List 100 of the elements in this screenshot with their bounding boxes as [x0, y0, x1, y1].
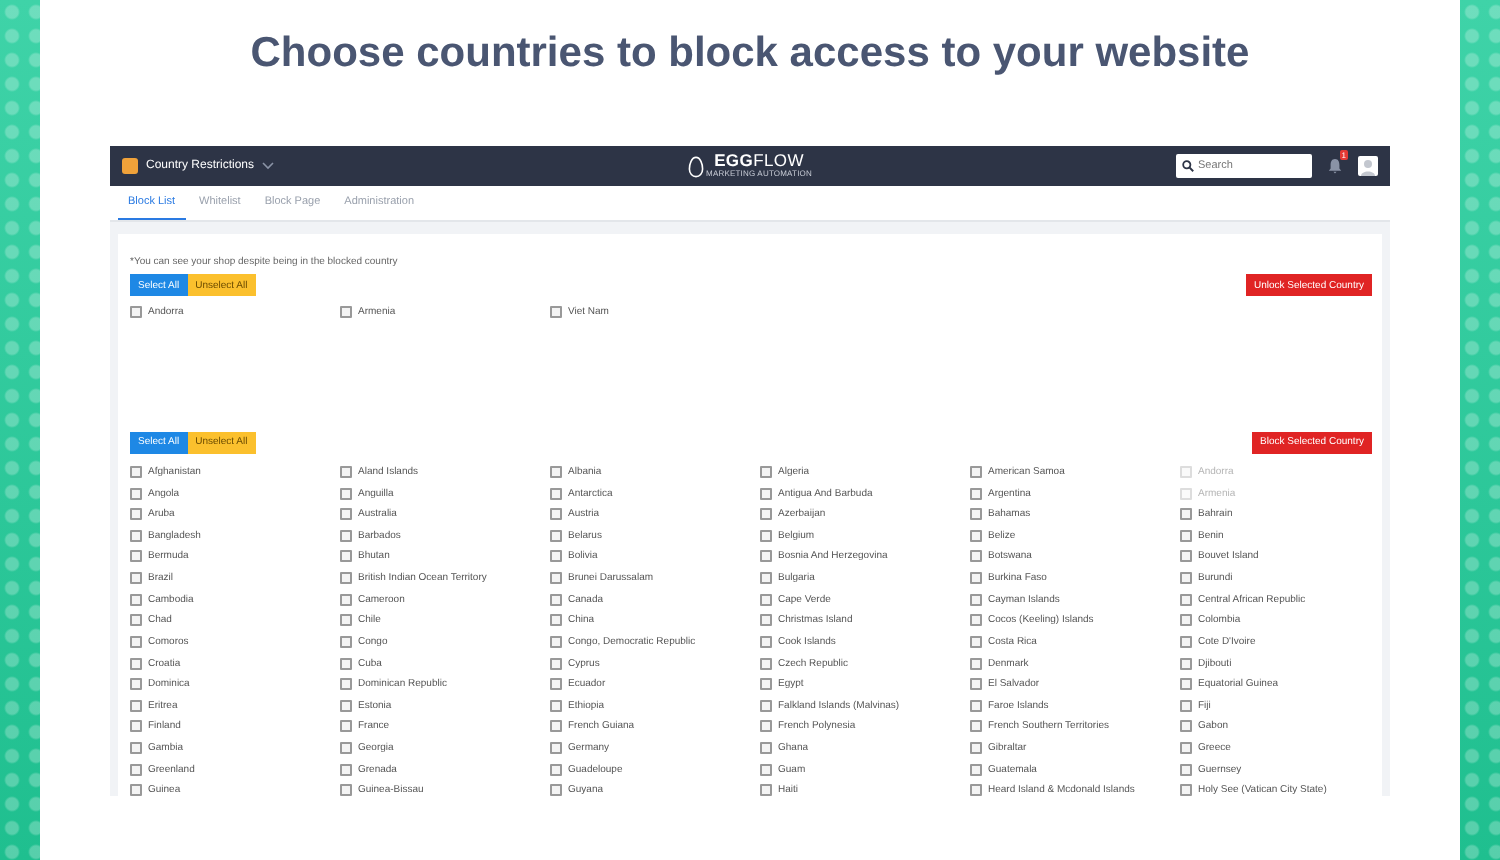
checkbox[interactable] [550, 784, 562, 796]
checkbox[interactable] [970, 763, 982, 776]
checkbox[interactable] [760, 529, 772, 542]
checkbox[interactable] [340, 720, 352, 733]
checkbox[interactable] [340, 635, 352, 648]
checkbox[interactable] [340, 550, 352, 563]
checkbox[interactable] [340, 508, 352, 521]
checkbox[interactable] [550, 720, 562, 733]
checkbox[interactable] [130, 465, 142, 478]
checkbox[interactable] [550, 635, 562, 648]
checkbox[interactable] [1180, 572, 1192, 585]
checkbox[interactable] [760, 784, 772, 796]
checkbox[interactable] [130, 635, 142, 648]
checkbox[interactable] [130, 784, 142, 796]
checkbox[interactable] [340, 784, 352, 796]
checkbox[interactable] [970, 699, 982, 712]
checkbox[interactable] [970, 465, 982, 478]
checkbox[interactable] [130, 678, 142, 691]
checkbox[interactable] [760, 763, 772, 776]
checkbox[interactable] [340, 742, 352, 755]
checkbox[interactable] [1180, 784, 1192, 796]
checkbox[interactable] [760, 720, 772, 733]
checkbox[interactable] [1180, 635, 1192, 648]
checkbox[interactable] [550, 550, 562, 563]
checkbox[interactable] [1180, 763, 1192, 776]
checkbox[interactable] [1180, 593, 1192, 606]
checkbox[interactable] [340, 487, 352, 500]
checkbox[interactable] [760, 550, 772, 563]
checkbox[interactable] [340, 465, 352, 478]
checkbox[interactable] [550, 699, 562, 712]
checkbox[interactable] [1180, 720, 1192, 733]
checkbox[interactable] [970, 529, 982, 542]
checkbox[interactable] [1180, 614, 1192, 627]
checkbox[interactable] [550, 614, 562, 627]
checkbox[interactable] [760, 699, 772, 712]
avatar-icon[interactable] [1358, 156, 1378, 176]
checkbox[interactable] [1180, 699, 1192, 712]
checkbox[interactable] [1180, 657, 1192, 670]
checkbox[interactable] [1180, 508, 1192, 521]
checkbox[interactable] [970, 487, 982, 500]
checkbox[interactable] [130, 550, 142, 563]
checkbox[interactable] [130, 614, 142, 627]
checkbox[interactable] [760, 572, 772, 585]
checkbox[interactable] [550, 593, 562, 606]
checkbox[interactable] [760, 487, 772, 500]
checkbox[interactable] [130, 657, 142, 670]
checkbox[interactable] [550, 742, 562, 755]
checkbox[interactable] [340, 614, 352, 627]
checkbox[interactable] [340, 572, 352, 585]
checkbox[interactable] [970, 614, 982, 627]
checkbox[interactable] [340, 593, 352, 606]
checkbox[interactable] [550, 465, 562, 478]
checkbox[interactable] [130, 720, 142, 733]
checkbox[interactable] [970, 593, 982, 606]
checkbox[interactable] [340, 306, 352, 319]
checkbox[interactable] [970, 678, 982, 691]
checkbox[interactable] [550, 763, 562, 776]
checkbox[interactable] [550, 657, 562, 670]
checkbox[interactable] [130, 742, 142, 755]
checkbox[interactable] [970, 657, 982, 670]
checkbox[interactable] [550, 529, 562, 542]
checkbox[interactable] [970, 635, 982, 648]
checkbox[interactable] [970, 720, 982, 733]
checkbox[interactable] [1180, 550, 1192, 563]
checkbox[interactable] [130, 508, 142, 521]
checkbox[interactable] [340, 763, 352, 776]
checkbox[interactable] [760, 593, 772, 606]
checkbox[interactable] [130, 593, 142, 606]
checkbox[interactable] [340, 657, 352, 670]
checkbox[interactable] [1180, 529, 1192, 542]
checkbox[interactable] [340, 529, 352, 542]
checkbox[interactable] [970, 572, 982, 585]
checkbox[interactable] [760, 508, 772, 521]
checkbox[interactable] [130, 529, 142, 542]
checkbox[interactable] [760, 742, 772, 755]
bell-icon[interactable] [1328, 158, 1342, 174]
checkbox[interactable] [970, 784, 982, 796]
checkbox[interactable] [130, 487, 142, 500]
chevron-down-icon[interactable] [262, 162, 275, 170]
checkbox[interactable] [550, 572, 562, 585]
checkbox[interactable] [760, 465, 772, 478]
checkbox[interactable] [340, 678, 352, 691]
checkbox[interactable] [970, 742, 982, 755]
checkbox[interactable] [760, 657, 772, 670]
checkbox[interactable] [550, 487, 562, 500]
checkbox[interactable] [550, 678, 562, 691]
checkbox[interactable] [760, 614, 772, 627]
checkbox[interactable] [1180, 742, 1192, 755]
checkbox[interactable] [760, 678, 772, 691]
checkbox[interactable] [760, 635, 772, 648]
checkbox[interactable] [340, 699, 352, 712]
checkbox[interactable] [970, 508, 982, 521]
checkbox[interactable] [130, 572, 142, 585]
checkbox[interactable] [130, 306, 142, 319]
checkbox[interactable] [130, 763, 142, 776]
checkbox[interactable] [550, 508, 562, 521]
checkbox[interactable] [970, 550, 982, 563]
checkbox[interactable] [130, 699, 142, 712]
checkbox[interactable] [1180, 678, 1192, 691]
checkbox[interactable] [550, 306, 562, 319]
